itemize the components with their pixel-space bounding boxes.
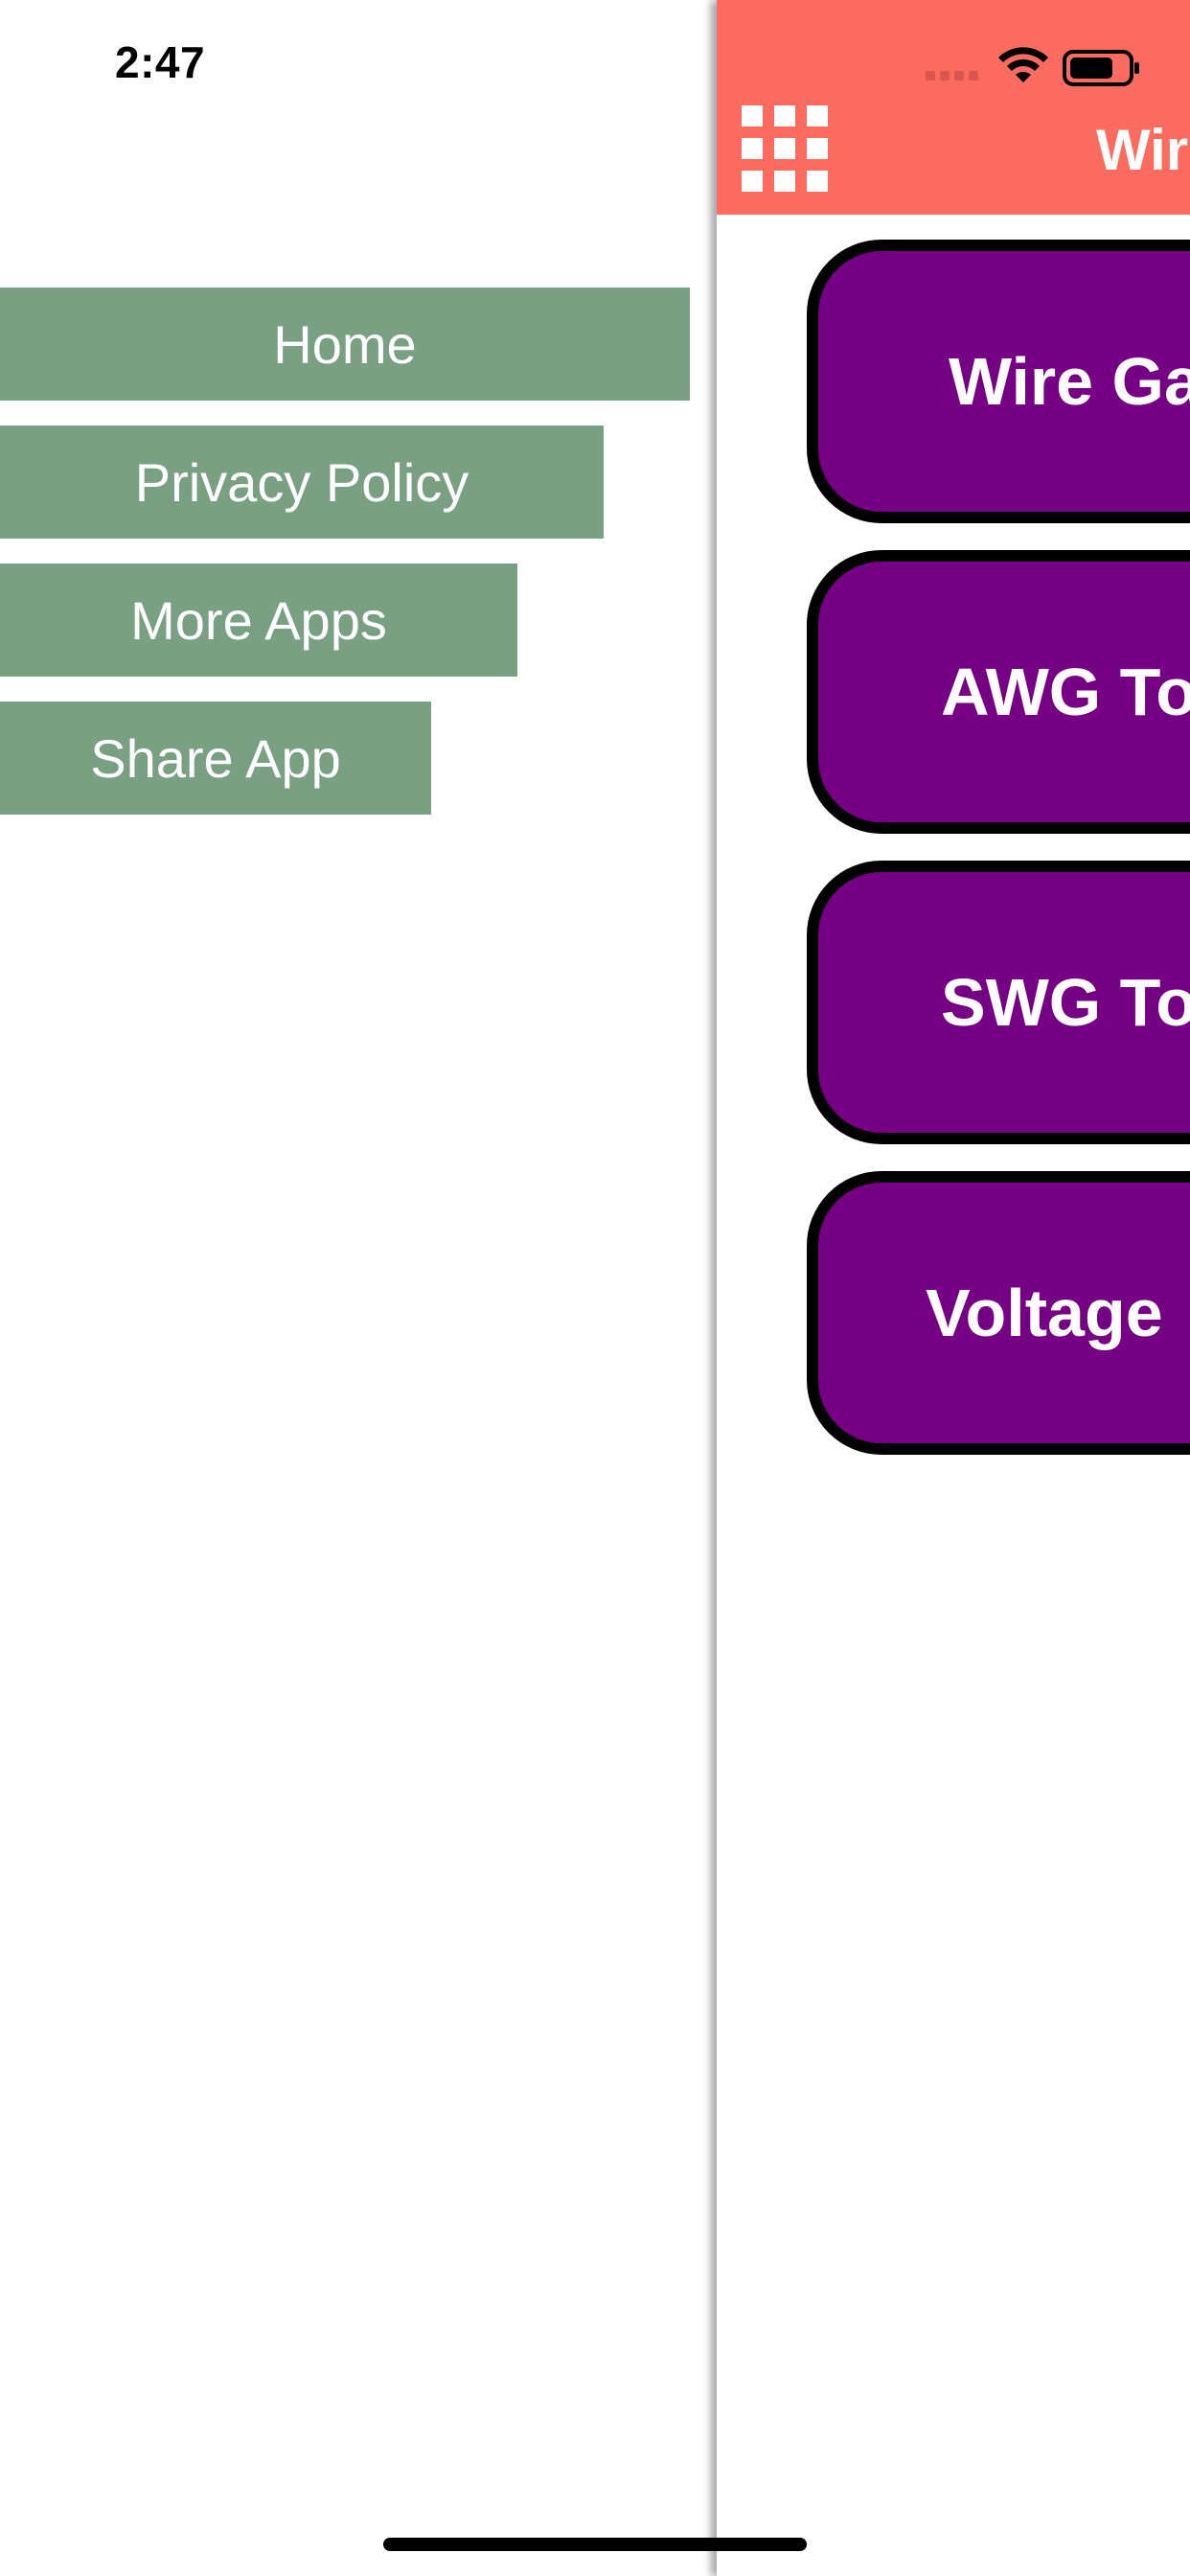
wire-gauge-button[interactable]: Wire Ga: [807, 240, 1190, 523]
battery-icon: [1063, 50, 1139, 86]
menu-item-more-apps[interactable]: More Apps: [0, 564, 517, 677]
status-time: 2:47: [115, 37, 206, 87]
wifi-icon: [998, 47, 1048, 82]
menu-item-share-app[interactable]: Share App: [0, 702, 431, 815]
grid-menu-icon[interactable]: [742, 105, 828, 192]
main-panel[interactable]: Wir Wire Ga AWG To SWG To Voltage: [717, 0, 1190, 2576]
voltage-button[interactable]: Voltage: [807, 1171, 1190, 1455]
app-bar: Wir: [717, 0, 1190, 215]
side-drawer: 2:47 Home Privacy Policy More Apps Share…: [0, 0, 719, 2576]
voltage-button-label: Voltage: [926, 1276, 1163, 1350]
wire-gauge-button-label: Wire Ga: [949, 344, 1190, 419]
app-title: Wir: [1096, 118, 1189, 182]
menu-item-privacy-policy[interactable]: Privacy Policy: [0, 426, 604, 539]
swg-to-button-label: SWG To: [941, 965, 1190, 1040]
cellular-signal-icon: [926, 71, 978, 80]
awg-to-button[interactable]: AWG To: [807, 550, 1190, 834]
home-indicator[interactable]: [383, 2538, 807, 2551]
swg-to-button[interactable]: SWG To: [807, 861, 1190, 1144]
status-icons: [916, 42, 1175, 90]
awg-to-button-label: AWG To: [941, 655, 1190, 729]
menu-item-home[interactable]: Home: [0, 288, 690, 401]
